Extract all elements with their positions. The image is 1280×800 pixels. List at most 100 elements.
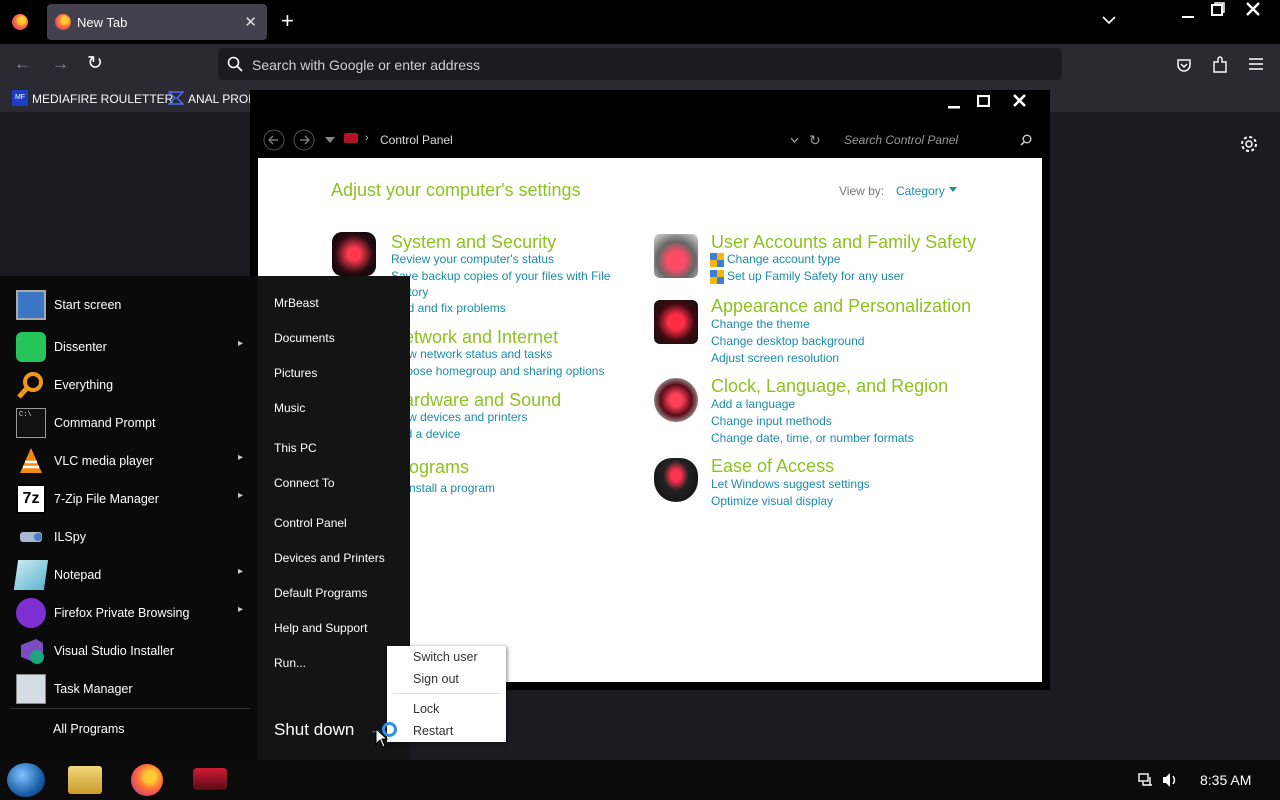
place-control-panel[interactable]: Control Panel — [274, 516, 347, 530]
submenu-arrow-icon[interactable]: ▸ — [238, 452, 243, 463]
program-task-manager[interactable]: Task Manager — [0, 670, 258, 708]
link-suggest-settings[interactable]: Let Windows suggest settings — [711, 477, 870, 491]
tab-close-icon[interactable]: ✕ — [244, 13, 257, 31]
menu-lock[interactable]: Lock — [413, 702, 439, 716]
submenu-arrow-icon[interactable]: ▸ — [238, 338, 243, 349]
place-help-support[interactable]: Help and Support — [274, 621, 367, 635]
menu-sign-out[interactable]: Sign out — [413, 672, 459, 686]
breadcrumb[interactable]: Control Panel — [380, 133, 453, 147]
view-by-chevron-icon[interactable] — [949, 187, 957, 192]
appearance-icon[interactable] — [654, 300, 698, 344]
window-close-icon[interactable] — [1246, 2, 1260, 16]
program-start-screen[interactable]: Start screen — [0, 286, 258, 324]
category-clock-language[interactable]: Clock, Language, and Region — [711, 376, 948, 397]
file-explorer-icon[interactable] — [68, 766, 102, 794]
cp-back-icon[interactable] — [263, 129, 285, 151]
category-user-accounts[interactable]: User Accounts and Family Safety — [711, 232, 976, 253]
user-accounts-icon[interactable] — [654, 234, 698, 278]
link-date-time[interactable]: Change date, time, or number formats — [711, 431, 914, 445]
program-dissenter[interactable]: Dissenter ▸ — [0, 328, 258, 366]
place-run[interactable]: Run... — [274, 656, 306, 670]
link-desktop-background[interactable]: Change desktop background — [711, 334, 864, 348]
clock[interactable]: 8:35 AM — [1200, 772, 1251, 788]
program-notepad[interactable]: Notepad ▸ — [0, 556, 258, 594]
program-vs-installer[interactable]: Visual Studio Installer — [0, 632, 258, 670]
menu-restart[interactable]: Restart — [413, 724, 453, 738]
cp-search-icon[interactable] — [1020, 134, 1032, 146]
back-icon[interactable]: ← — [14, 54, 31, 74]
link-account-type[interactable]: Change account type — [727, 252, 840, 266]
program-command-prompt[interactable]: C:\ Command Prompt — [0, 404, 258, 442]
category-network-internet[interactable]: Network and Internet — [391, 327, 558, 348]
cp-forward-icon[interactable] — [293, 129, 315, 151]
link-input-methods[interactable]: Change input methods — [711, 414, 832, 428]
url-input[interactable]: Search with Google or enter address — [252, 57, 480, 73]
cp-minimize-icon[interactable] — [948, 98, 960, 110]
pocket-icon[interactable] — [1176, 57, 1192, 73]
vlc-cone-icon — [20, 448, 42, 473]
program-vlc[interactable]: VLC media player ▸ — [0, 442, 258, 480]
network-icon[interactable] — [1138, 772, 1154, 788]
place-pictures[interactable]: Pictures — [274, 366, 317, 380]
place-default-programs[interactable]: Default Programs — [274, 586, 367, 600]
restore-icon[interactable] — [1211, 2, 1225, 16]
link-review-status[interactable]: Review your computer's status — [391, 252, 554, 266]
bookmark-anal[interactable]: ANAL PROL — [188, 92, 255, 106]
clock-language-icon[interactable] — [654, 378, 698, 422]
link-homegroup[interactable]: Choose homegroup and sharing options — [391, 364, 604, 378]
program-ilspy[interactable]: ILSpy — [0, 518, 258, 556]
firefox-taskbar-icon[interactable] — [131, 764, 163, 796]
shutdown-button[interactable]: Shut down — [274, 720, 354, 740]
cp-search-input[interactable]: Search Control Panel — [844, 133, 958, 147]
link-backup[interactable]: Save backup copies of your files with Fi… — [391, 269, 610, 283]
link-add-language[interactable]: Add a language — [711, 397, 795, 411]
all-programs-button[interactable]: All Programs — [53, 722, 125, 736]
ease-of-access-icon[interactable] — [654, 458, 698, 502]
program-firefox-private[interactable]: Firefox Private Browsing ▸ — [0, 594, 258, 632]
submenu-arrow-icon[interactable]: ▸ — [238, 604, 243, 615]
category-appearance[interactable]: Appearance and Personalization — [711, 296, 971, 317]
place-music[interactable]: Music — [274, 401, 305, 415]
program-everything[interactable]: Everything — [0, 366, 258, 404]
place-devices-printers[interactable]: Devices and Printers — [274, 551, 385, 565]
menu-icon[interactable] — [1249, 58, 1263, 70]
link-devices-printers[interactable]: View devices and printers — [391, 410, 528, 424]
forward-icon[interactable]: → — [52, 54, 69, 74]
link-family-safety[interactable]: Set up Family Safety for any user — [727, 269, 904, 283]
settings-gear-icon[interactable] — [1240, 135, 1258, 153]
cp-close-icon[interactable] — [1013, 94, 1026, 107]
category-ease-of-access[interactable]: Ease of Access — [711, 456, 834, 477]
link-network-status[interactable]: View network status and tasks — [391, 347, 552, 361]
bookmark-mediafire[interactable]: MEDIAFIRE ROULETTER — [32, 92, 173, 106]
extensions-icon[interactable] — [1212, 56, 1228, 74]
menu-switch-user[interactable]: Switch user — [413, 650, 478, 664]
start-orb-icon[interactable] — [7, 763, 45, 797]
minimize-icon[interactable] — [1182, 8, 1194, 20]
place-mrbeast[interactable]: MrBeast — [274, 296, 319, 310]
cp-recent-dropdown-icon[interactable] — [325, 137, 335, 143]
link-screen-resolution[interactable]: Adjust screen resolution — [711, 351, 839, 365]
program-7zip[interactable]: 7z 7-Zip File Manager ▸ — [0, 480, 258, 518]
category-hardware-sound[interactable]: Hardware and Sound — [391, 390, 561, 411]
link-change-theme[interactable]: Change the theme — [711, 317, 810, 331]
link-optimize-display[interactable]: Optimize visual display — [711, 494, 833, 508]
new-tab-button[interactable]: + — [281, 8, 294, 34]
system-security-icon[interactable] — [332, 232, 376, 276]
place-connect-to[interactable]: Connect To — [274, 476, 335, 490]
submenu-arrow-icon[interactable]: ▸ — [238, 566, 243, 577]
control-panel-taskbar-icon[interactable] — [193, 768, 227, 790]
view-by-dropdown[interactable]: Category — [896, 184, 945, 198]
place-documents[interactable]: Documents — [274, 331, 335, 345]
submenu-arrow-icon[interactable]: ▸ — [238, 490, 243, 501]
reload-icon[interactable]: ↻ — [87, 52, 103, 75]
cp-maximize-icon[interactable] — [977, 95, 990, 107]
address-chevron-down-icon[interactable] — [790, 137, 799, 143]
cp-refresh-icon[interactable]: ↻ — [809, 132, 821, 149]
category-system-security[interactable]: System and Security — [391, 232, 556, 253]
place-this-pc[interactable]: This PC — [274, 441, 317, 455]
tab-new-tab[interactable]: New Tab ✕ — [47, 4, 267, 40]
chevron-down-icon[interactable] — [1102, 15, 1116, 25]
volume-icon[interactable] — [1161, 772, 1179, 788]
firefox-icon[interactable] — [12, 14, 28, 30]
url-bar[interactable]: Search with Google or enter address — [218, 48, 1062, 80]
